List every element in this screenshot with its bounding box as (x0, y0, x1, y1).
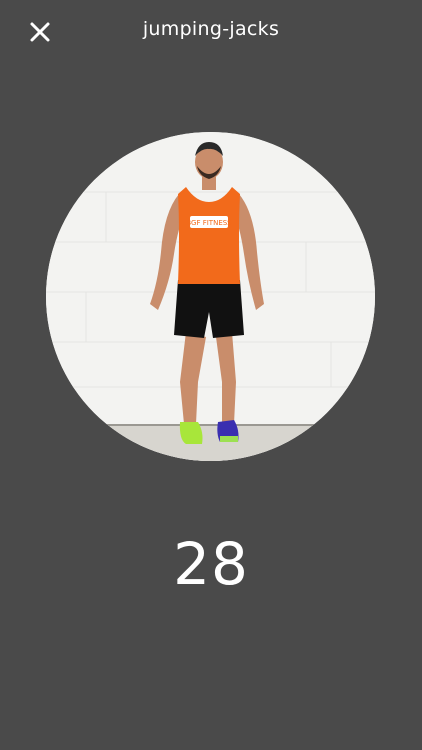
exercise-title: jumping-jacks (142, 18, 280, 40)
shirt-logo: BGF FITNESS (186, 219, 232, 227)
rep-counter: 28 (173, 530, 249, 598)
workout-screen: jumping-jacks BGF FITNESS 28 (0, 0, 422, 750)
exercise-image: BGF FITNESS (46, 132, 375, 461)
